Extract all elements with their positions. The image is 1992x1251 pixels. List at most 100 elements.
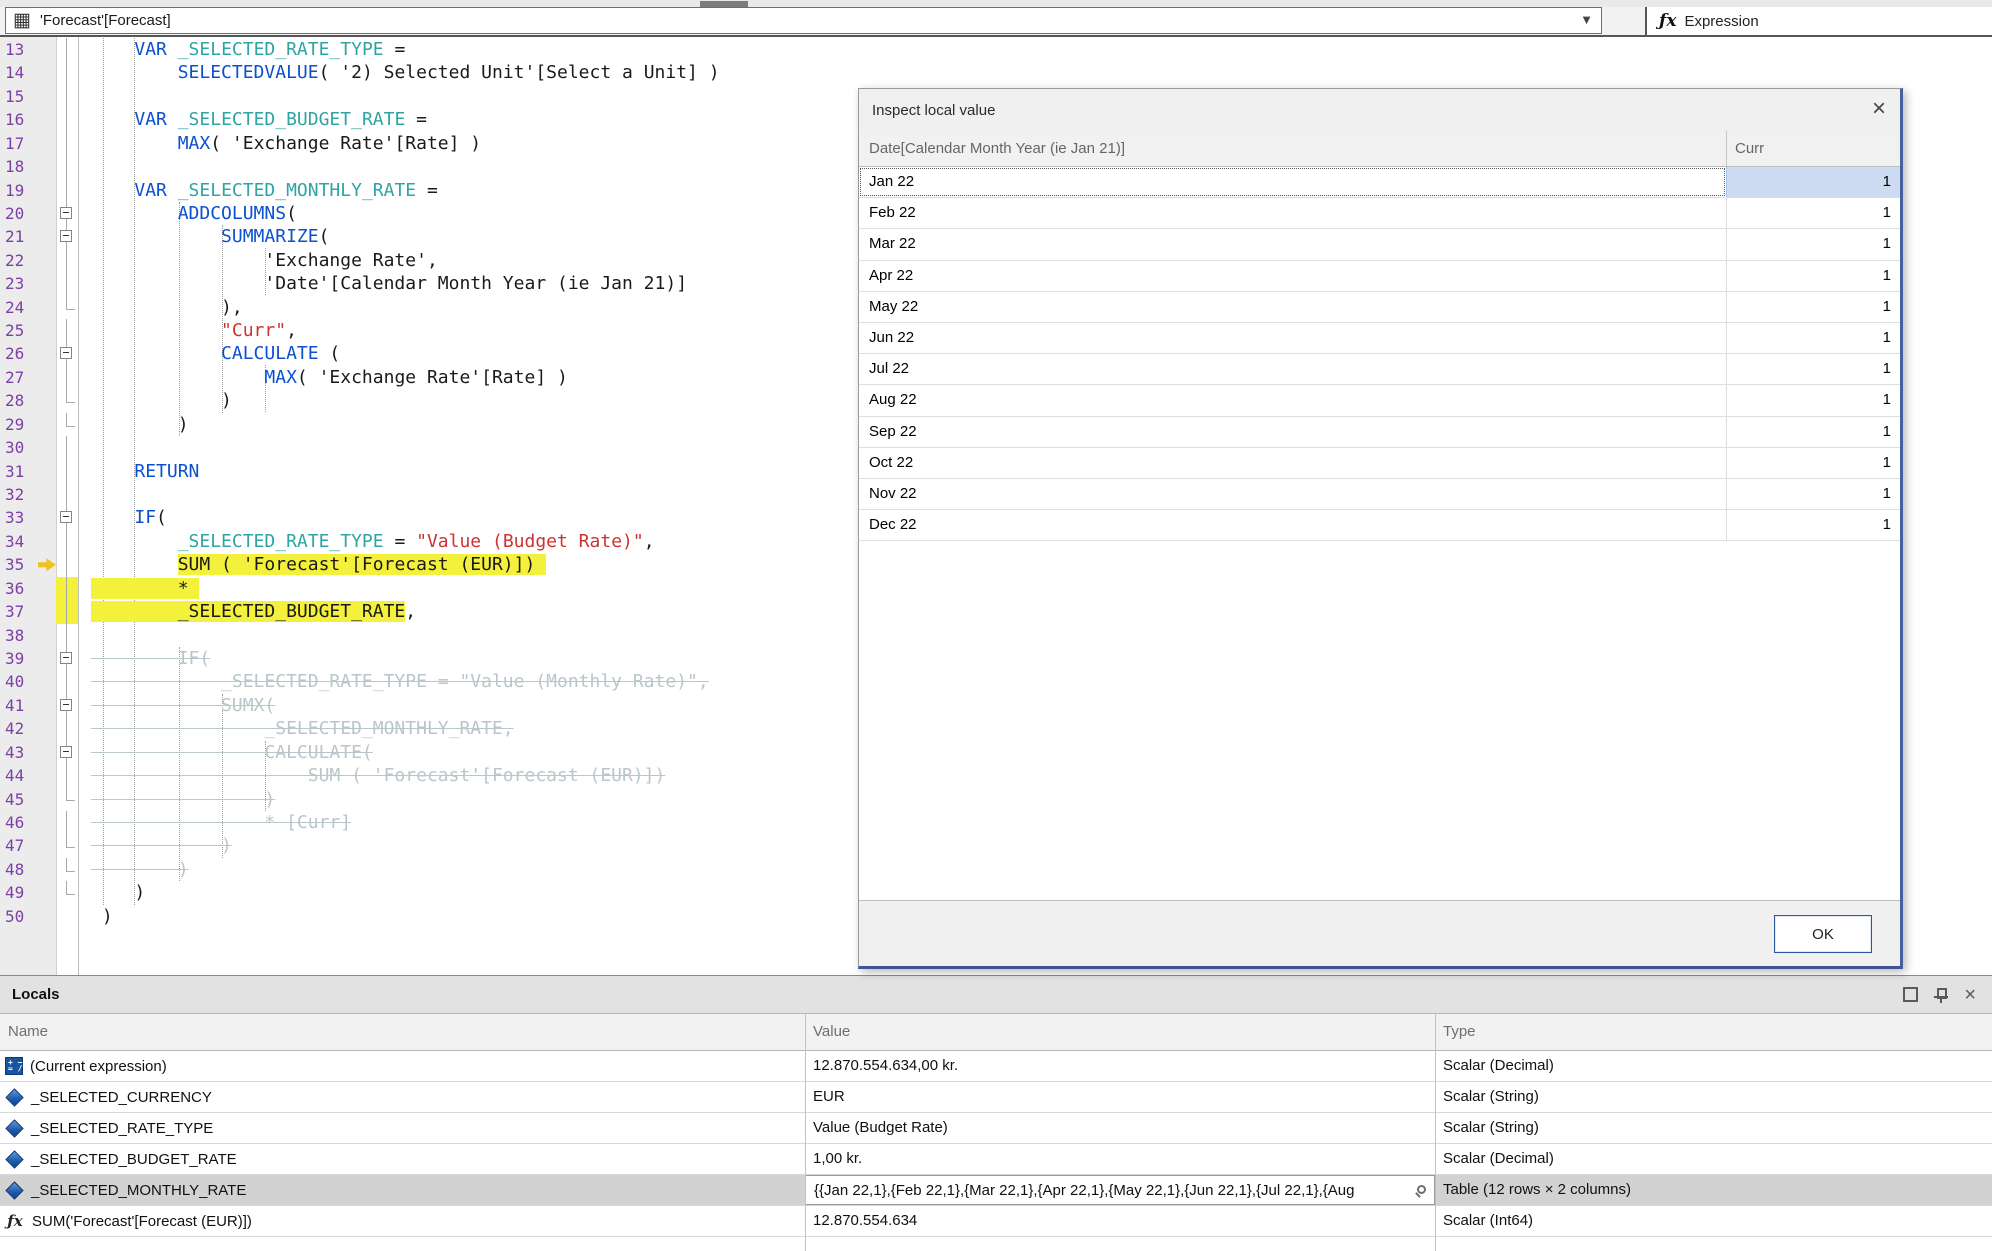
line-number: 41	[0, 694, 56, 717]
code-text[interactable]	[78, 155, 91, 178]
collapse-box-icon[interactable]	[60, 699, 72, 711]
code-text[interactable]: _SELECTED_MONTHLY_RATE,	[78, 717, 514, 740]
inspect-table-row[interactable]: Jun 221	[859, 323, 1900, 354]
month-cell: Dec 22	[859, 510, 1726, 540]
pin-icon[interactable]	[1935, 987, 1947, 1003]
expression-selector[interactable]: ▦ 'Forecast'[Forecast] ▼	[5, 7, 1602, 34]
code-text[interactable]	[78, 85, 91, 108]
locals-row[interactable]: (Current expression)12.870.554.634,00 kr…	[0, 1051, 1992, 1082]
locals-row[interactable]: _SELECTED_CURRENCYEURScalar (String)	[0, 1082, 1992, 1113]
code-text[interactable]: ADDCOLUMNS(	[78, 202, 297, 225]
curr-cell: 1	[1726, 167, 1900, 197]
fold-gutter-cell	[56, 506, 78, 529]
curr-cell: 1	[1726, 323, 1900, 353]
local-type-cell: Scalar (Decimal)	[1435, 1144, 1992, 1174]
code-text[interactable]: SELECTEDVALUE( '2) Selected Unit'[Select…	[78, 61, 720, 84]
collapse-box-icon[interactable]	[60, 511, 72, 523]
code-text[interactable]: )	[78, 413, 189, 436]
fold-gutter-cell	[56, 202, 78, 225]
inspect-table-row[interactable]: Aug 221	[859, 385, 1900, 416]
line-number: 37	[0, 600, 56, 623]
inspect-table-row[interactable]: Apr 221	[859, 261, 1900, 292]
column-divider[interactable]	[805, 1013, 806, 1251]
code-text[interactable]: IF(	[78, 506, 167, 529]
close-icon[interactable]: ×	[1872, 94, 1886, 124]
fold-gutter-cell	[56, 61, 78, 84]
inspect-table-row[interactable]: Mar 221	[859, 229, 1900, 260]
inspect-table-row[interactable]: Feb 221	[859, 198, 1900, 229]
column-divider[interactable]	[1435, 1013, 1436, 1251]
fold-line	[66, 132, 67, 155]
code-text[interactable]: )	[78, 905, 113, 928]
code-text[interactable]	[78, 624, 91, 647]
inspect-table-row[interactable]: May 221	[859, 292, 1900, 323]
code-text[interactable]: "Curr",	[78, 319, 297, 342]
code-text[interactable]: MAX( 'Exchange Rate'[Rate] )	[78, 366, 568, 389]
code-text[interactable]: VAR _SELECTED_BUDGET_RATE =	[78, 108, 427, 131]
code-text[interactable]: MAX( 'Exchange Rate'[Rate] )	[78, 132, 481, 155]
code-text[interactable]: )	[78, 389, 232, 412]
tab-strip	[0, 0, 1992, 7]
code-text[interactable]: )	[78, 881, 145, 904]
inspect-table-row[interactable]: Oct 221	[859, 448, 1900, 479]
local-type-cell: Table (12 rows × 2 columns)	[1435, 1175, 1992, 1205]
code-text[interactable]	[78, 436, 91, 459]
curr-cell: 1	[1726, 229, 1900, 259]
code-text[interactable]: SUMMARIZE(	[78, 225, 329, 248]
local-name-cell: _SELECTED_RATE_TYPE	[0, 1113, 805, 1143]
code-text[interactable]: IF(	[78, 647, 210, 670]
line-number: 22	[0, 249, 56, 272]
collapse-box-icon[interactable]	[60, 746, 72, 758]
collapse-box-icon[interactable]	[60, 230, 72, 242]
locals-row[interactable]: _SELECTED_RATE_TYPEValue (Budget Rate)Sc…	[0, 1113, 1992, 1144]
month-cell: Feb 22	[859, 198, 1726, 228]
inspect-table-row[interactable]: Dec 221	[859, 510, 1900, 541]
code-text[interactable]: VAR _SELECTED_MONTHLY_RATE =	[78, 179, 438, 202]
code-text[interactable]: _SELECTED_BUDGET_RATE,	[78, 600, 416, 623]
code-text[interactable]: SUM ( 'Forecast'[Forecast (EUR)])	[78, 553, 546, 576]
inspect-table-row[interactable]: Jul 221	[859, 354, 1900, 385]
ok-button[interactable]: OK	[1774, 915, 1872, 953]
code-text[interactable]: 'Date'[Calendar Month Year (ie Jan 21)]	[78, 272, 687, 295]
code-text[interactable]	[78, 483, 91, 506]
code-text[interactable]: )	[78, 834, 232, 857]
locals-row[interactable]: ƒxSUM('Forecast'[Forecast (EUR)])12.870.…	[0, 1206, 1992, 1237]
close-icon[interactable]: ×	[1964, 986, 1976, 1004]
collapse-box-icon[interactable]	[60, 207, 72, 219]
collapse-box-icon[interactable]	[60, 347, 72, 359]
local-name-cell: ƒxSUM('Forecast'[Forecast (EUR)])	[0, 1206, 805, 1236]
chevron-down-icon[interactable]: ▼	[1580, 12, 1593, 27]
month-cell: Oct 22	[859, 448, 1726, 478]
code-text[interactable]: VAR _SELECTED_RATE_TYPE =	[78, 38, 405, 61]
code-text[interactable]: *	[78, 577, 199, 600]
code-text[interactable]: _SELECTED_RATE_TYPE = "Value (Monthly Ra…	[78, 670, 709, 693]
fold-line-tick	[66, 309, 75, 310]
inspect-table-row[interactable]: Jan 221	[859, 167, 1900, 198]
restore-icon[interactable]	[1903, 987, 1918, 1002]
code-text[interactable]: _SELECTED_RATE_TYPE = "Value (Budget Rat…	[78, 530, 655, 553]
fold-gutter-cell	[56, 694, 78, 717]
code-text[interactable]: ),	[78, 296, 243, 319]
code-text[interactable]: * [Curr]	[78, 811, 351, 834]
code-text[interactable]: RETURN	[78, 460, 199, 483]
magnifier-icon[interactable]	[1417, 1185, 1426, 1194]
fx-icon: ƒx	[5, 1212, 25, 1230]
code-text[interactable]: CALCULATE(	[78, 741, 373, 764]
collapse-box-icon[interactable]	[60, 652, 72, 664]
fold-line	[66, 179, 67, 202]
fold-gutter-cell	[56, 811, 78, 834]
inspect-table-row[interactable]: Sep 221	[859, 417, 1900, 448]
code-text[interactable]: )	[78, 788, 275, 811]
table-header-row: Date[Calendar Month Year (ie Jan 21)] Cu…	[859, 131, 1900, 167]
locals-row[interactable]: _SELECTED_MONTHLY_RATE{{Jan 22,1},{Feb 2…	[0, 1175, 1992, 1206]
inspect-table-row[interactable]: Nov 221	[859, 479, 1900, 510]
line-number: 38	[0, 624, 56, 647]
code-text[interactable]: CALCULATE (	[78, 342, 340, 365]
code-text[interactable]: 'Exchange Rate',	[78, 249, 438, 272]
code-text[interactable]: )	[78, 858, 189, 881]
curr-cell: 1	[1726, 261, 1900, 291]
code-text[interactable]: SUM ( 'Forecast'[Forecast (EUR)])	[78, 764, 665, 787]
curr-cell: 1	[1726, 448, 1900, 478]
code-text[interactable]: SUMX(	[78, 694, 275, 717]
locals-row[interactable]: _SELECTED_BUDGET_RATE1,00 kr.Scalar (Dec…	[0, 1144, 1992, 1175]
